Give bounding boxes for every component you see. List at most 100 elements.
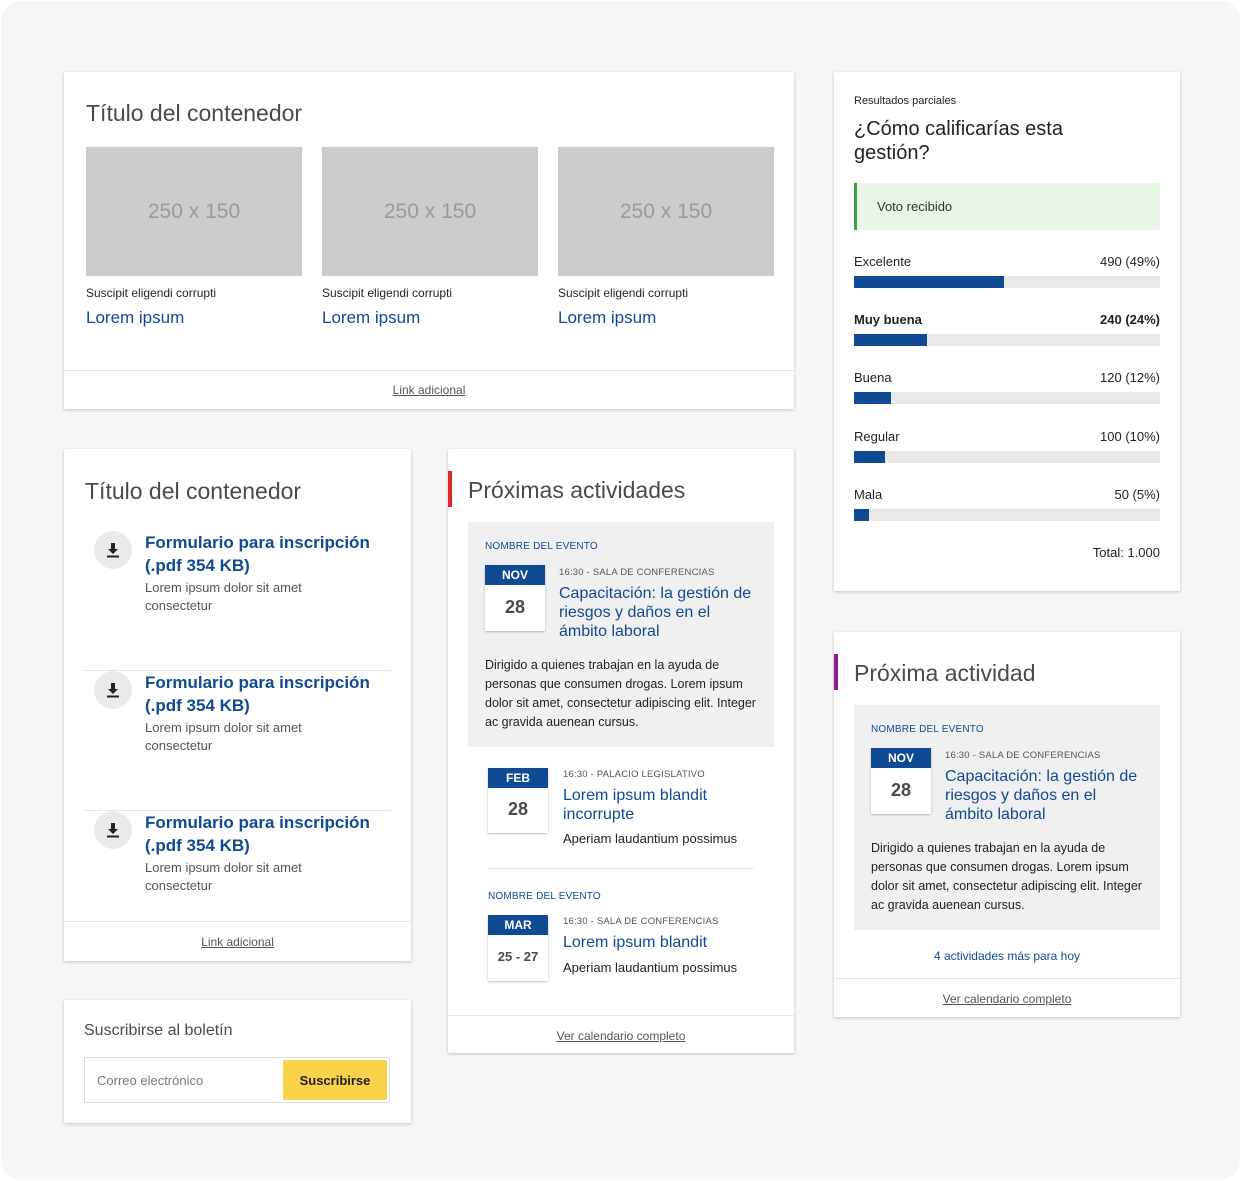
divider [488, 868, 754, 869]
poll-bar [854, 334, 1160, 346]
subscribe-button[interactable]: Suscribirse [283, 1060, 387, 1100]
poll-option-label: Buena [854, 370, 892, 385]
gallery-item: 250 x 150 Suscipit eligendi corrupti Lor… [86, 147, 302, 328]
accent-bar [448, 471, 452, 507]
additional-link[interactable]: Link adicional [64, 921, 411, 961]
calendar-month: NOV [871, 748, 931, 768]
poll-option: Regular 100 (10%) [854, 429, 1160, 463]
gallery-title: Título del contenedor [86, 100, 303, 126]
event-subtitle: Aperiam laudantium possimus [563, 960, 738, 975]
download-item[interactable]: Formulario para inscripción (.pdf 354 KB… [84, 531, 391, 671]
featured-event: NOMBRE DEL EVENTO NOV 28 16:30 - SALA DE… [854, 705, 1160, 930]
next-activity-card: Próxima actividad NOMBRE DEL EVENTO NOV … [834, 632, 1180, 1017]
poll-option: Excelente 490 (49%) [854, 254, 1160, 288]
download-title[interactable]: Formulario para inscripción (.pdf 354 KB… [145, 671, 385, 717]
download-description: Lorem ipsum dolor sit amet consectetur [145, 720, 302, 753]
more-activities-link[interactable]: 4 actividades más para hoy [834, 949, 1180, 963]
calendar-day: 25 - 27 [497, 949, 539, 964]
download-icon[interactable] [94, 671, 132, 709]
gallery-item-link[interactable]: Lorem ipsum [558, 308, 774, 328]
poll-question: ¿Cómo calificarías esta gestión? [854, 118, 1063, 164]
event-title-link[interactable]: Capacitación: la gestión de riesgos y da… [945, 767, 1145, 824]
event-label: NOMBRE DEL EVENTO [488, 891, 601, 902]
event-description: Dirigido a quienes trabajan en la ayuda … [485, 658, 756, 729]
email-input[interactable] [85, 1058, 281, 1102]
poll-option-result: 120 (12%) [1100, 370, 1160, 385]
placeholder-image: 250 x 150 [558, 147, 774, 276]
downloads-title: Título del contenedor [85, 478, 302, 504]
vote-received-notice: Voto recibido [854, 183, 1160, 230]
gallery-item: 250 x 150 Suscipit eligendi corrupti Lor… [322, 147, 538, 328]
event-meta: 16:30 - SALA DE CONFERENCIAS [559, 567, 715, 578]
download-title[interactable]: Formulario para inscripción (.pdf 354 KB… [145, 811, 385, 857]
calendar-day: 28 [504, 597, 526, 617]
calendar-badge: NOV 28 [485, 565, 545, 631]
event-title-link[interactable]: Lorem ipsum blandit [563, 933, 763, 952]
poll-bar-fill [854, 451, 885, 463]
poll-option-result: 50 (5%) [1114, 487, 1160, 502]
calendar-month: FEB [488, 768, 548, 788]
calendar-badge: NOV 28 [871, 748, 931, 814]
event-title-link[interactable]: Lorem ipsum blandit incorrupte [563, 786, 763, 824]
newsletter-form: Suscribirse [84, 1057, 390, 1103]
calendar-badge: FEB 28 [488, 768, 548, 833]
gallery-item-link[interactable]: Lorem ipsum [86, 308, 302, 328]
calendar-day: 28 [507, 799, 529, 819]
poll-total: Total: 1.000 [1092, 545, 1160, 560]
download-icon[interactable] [94, 811, 132, 849]
poll-option: Mala 50 (5%) [854, 487, 1160, 521]
download-icon[interactable] [94, 531, 132, 569]
full-calendar-link[interactable]: Ver calendario completo [448, 1015, 794, 1053]
event-subtitle: Aperiam laudantium possimus [563, 831, 738, 846]
featured-event: NOMBRE DEL EVENTO NOV 28 16:30 - SALA DE… [468, 522, 774, 747]
download-description: Lorem ipsum dolor sit amet consectetur [145, 580, 302, 613]
poll-option-result: 100 (10%) [1100, 429, 1160, 444]
placeholder-image: 250 x 150 [86, 147, 302, 276]
accent-bar [834, 654, 838, 690]
event-label: NOMBRE DEL EVENTO [485, 541, 598, 552]
event-title-link[interactable]: Capacitación: la gestión de riesgos y da… [559, 584, 759, 641]
gallery-item-link[interactable]: Lorem ipsum [322, 308, 538, 328]
event-label: NOMBRE DEL EVENTO [871, 724, 984, 735]
additional-link[interactable]: Link adicional [64, 370, 794, 409]
poll-option-result: 240 (24%) [1100, 312, 1160, 327]
gallery-item-caption: Suscipit eligendi corrupti [86, 286, 217, 300]
events-card: Próximas actividades NOMBRE DEL EVENTO N… [448, 449, 794, 1053]
poll-option: Buena 120 (12%) [854, 370, 1160, 404]
gallery-card: Título del contenedor 250 x 150 Suscipit… [64, 72, 794, 409]
downloads-card: Título del contenedor Formulario para in… [64, 449, 411, 961]
poll-card: Resultados parciales ¿Cómo calificarías … [834, 72, 1180, 591]
event-meta: 16:30 - PALACIO LEGISLATIVO [563, 769, 705, 780]
poll-option-label: Mala [854, 487, 883, 502]
poll-kicker: Resultados parciales [854, 95, 957, 107]
poll-option-result: 490 (49%) [1100, 254, 1160, 269]
newsletter-card: Suscribirse al boletín Suscribirse [64, 1000, 411, 1123]
gallery-item-caption: Suscipit eligendi corrupti [558, 286, 689, 300]
calendar-day: 28 [890, 780, 912, 800]
download-item[interactable]: Formulario para inscripción (.pdf 354 KB… [84, 671, 391, 811]
calendar-month: MAR [488, 915, 548, 935]
poll-option-label: Muy buena [854, 312, 922, 327]
poll-bar-fill [854, 334, 928, 346]
poll-option: Muy buena 240 (24%) [854, 312, 1160, 346]
poll-bar [854, 451, 1160, 463]
poll-bar [854, 392, 1160, 404]
poll-option-label: Regular [854, 429, 900, 444]
calendar-badge: MAR 25 - 27 [488, 915, 548, 981]
event-description: Dirigido a quienes trabajan en la ayuda … [871, 841, 1142, 912]
poll-bar [854, 276, 1160, 288]
event-meta: 16:30 - SALA DE CONFERENCIAS [945, 750, 1101, 761]
calendar-month: NOV [485, 565, 545, 585]
events-title: Próximas actividades [468, 477, 686, 503]
poll-bar-fill [854, 392, 891, 404]
placeholder-image: 250 x 150 [322, 147, 538, 276]
poll-bar-fill [854, 509, 870, 521]
download-title[interactable]: Formulario para inscripción (.pdf 354 KB… [145, 531, 385, 577]
newsletter-title: Suscribirse al boletín [84, 1022, 233, 1039]
download-description: Lorem ipsum dolor sit amet consectetur [145, 860, 302, 893]
full-calendar-link[interactable]: Ver calendario completo [834, 978, 1180, 1017]
next-activity-title: Próxima actividad [854, 660, 1036, 686]
event-meta: 16:30 - SALA DE CONFERENCIAS [563, 916, 719, 927]
gallery-item: 250 x 150 Suscipit eligendi corrupti Lor… [558, 147, 774, 328]
gallery-item-caption: Suscipit eligendi corrupti [322, 286, 453, 300]
